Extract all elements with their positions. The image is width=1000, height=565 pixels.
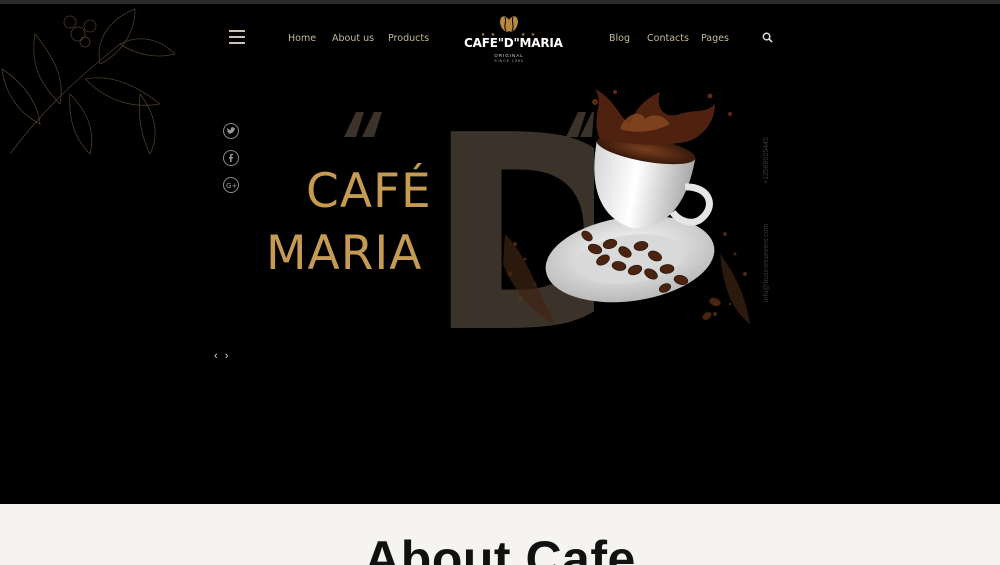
contact-phone: +12569025445 <box>763 137 770 184</box>
slider-next-button[interactable]: › <box>225 350 229 362</box>
svg-text:G+: G+ <box>226 182 237 190</box>
slider-prev-button[interactable]: ‹ <box>214 350 218 362</box>
nav-products[interactable]: Products <box>388 33 429 44</box>
logo-subline: SINCE 1980 <box>494 59 524 63</box>
hero-section: Home About us Products Blog Contacts Pag… <box>0 4 1000 504</box>
hamburger-menu-icon[interactable] <box>229 30 246 46</box>
nav-home[interactable]: Home <box>288 33 316 44</box>
hero-title-line2: MARIA <box>266 226 423 281</box>
coffee-cup-splash-image <box>503 89 750 324</box>
slider-arrows: ‹ › <box>214 350 232 362</box>
logo-brand-name: CAFE"D"MARIA <box>464 36 563 50</box>
nav-contacts[interactable]: Contacts <box>647 33 689 44</box>
about-section: About Cafe <box>0 504 1000 565</box>
contact-email: info@businessevent.com <box>763 223 770 302</box>
coffee-leaves-illustration <box>1 8 176 155</box>
facebook-icon[interactable] <box>223 150 239 166</box>
twitter-icon[interactable] <box>223 123 239 139</box>
logo-tagline: ORIGINAL <box>494 53 524 58</box>
google-plus-icon[interactable]: G+ <box>223 177 239 193</box>
coffee-bean-logo-icon <box>500 16 518 32</box>
brand-logo[interactable]: ★ ★ ★ ★ CAFE"D"MARIA ORIGINAL SINCE 1980 <box>464 14 563 66</box>
nav-blog[interactable]: Blog <box>609 33 630 44</box>
hero-title-line1: CAFÉ <box>306 164 432 219</box>
nav-about-us[interactable]: About us <box>332 33 374 44</box>
nav-pages[interactable]: Pages <box>701 33 729 44</box>
about-title: About Cafe <box>364 531 636 565</box>
search-icon[interactable] <box>762 32 773 43</box>
